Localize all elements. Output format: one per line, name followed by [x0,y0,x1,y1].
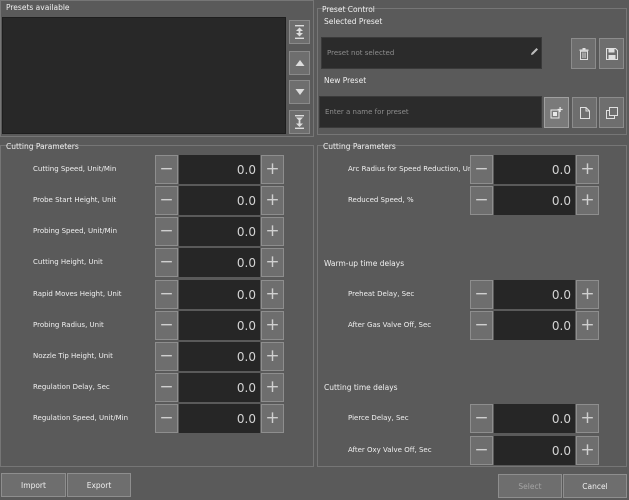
scroll-up-button[interactable] [289,51,310,75]
param-value[interactable]: 0.0 [179,280,260,309]
trash-icon [579,47,588,60]
new-preset-label: New Preset [324,76,367,85]
oxy-valve-off-decrement-button[interactable]: − [470,436,493,465]
right-params-title: Cutting Parameters [323,142,396,151]
presets-list[interactable] [2,17,286,134]
scroll-top-button[interactable] [289,20,310,44]
param-value[interactable]: 0.0 [179,217,260,246]
selected-preset-field: Preset not selected [321,37,542,69]
increment-button[interactable]: + [261,217,284,246]
arc-radius-label: Arc Radius for Speed Reduction, Unit [348,165,477,173]
decrement-button[interactable]: − [155,248,178,277]
pierce-delay-value[interactable]: 0.0 [494,404,575,433]
pencil-icon [531,48,538,55]
selected-preset-label: Selected Preset [324,17,383,26]
cutting-delays-title: Cutting time delays [324,383,398,392]
new-file-icon [579,106,590,119]
save-icon [605,47,618,60]
param-value[interactable]: 0.0 [179,373,260,402]
gas-valve-off-increment-button[interactable]: + [576,311,599,340]
import-button[interactable]: Import [1,473,66,497]
reduced-speed-increment-button[interactable]: + [576,186,599,215]
param-value[interactable]: 0.0 [179,404,260,433]
increment-button[interactable]: + [261,373,284,402]
preheat-delay-label: Preheat Delay, Sec [348,290,415,298]
scroll-bottom-icon [295,115,304,129]
copy-icon [605,106,618,119]
param-value[interactable]: 0.0 [179,342,260,371]
preset-control-title: Preset Control [322,5,375,14]
cancel-button[interactable]: Cancel [563,474,627,498]
delete-preset-button[interactable] [571,38,596,69]
increment-button[interactable]: + [261,342,284,371]
increment-button[interactable]: + [261,311,284,340]
select-button[interactable]: Select [498,474,562,498]
decrement-button[interactable]: − [155,186,178,215]
arc-radius-increment-button[interactable]: + [576,155,599,184]
new-preset-placeholder: Enter a name for preset [325,108,409,116]
pierce-delay-label: Pierce Delay, Sec [348,414,409,422]
oxy-valve-off-label: After Oxy Valve Off, Sec [348,446,432,454]
decrement-button[interactable]: − [155,155,178,184]
decrement-button[interactable]: − [155,342,178,371]
gas-valve-off-value[interactable]: 0.0 [494,311,575,340]
param-label: Cutting Height, Unit [33,258,103,266]
scroll-down-icon [295,89,304,95]
new-preset-button[interactable] [572,97,597,128]
scroll-top-icon [295,25,304,39]
gas-valve-off-decrement-button[interactable]: − [470,311,493,340]
scroll-down-button[interactable] [289,80,310,104]
presets-title: Presets available [6,3,70,12]
increment-button[interactable]: + [261,280,284,309]
gas-valve-off-label: After Gas Valve Off, Sec [348,321,432,329]
param-label: Regulation Speed, Unit/Min [33,414,129,422]
param-value[interactable]: 0.0 [179,155,260,184]
decrement-button[interactable]: − [155,280,178,309]
save-preset-button[interactable] [599,38,624,69]
scroll-bottom-button[interactable] [289,110,310,134]
reduced-speed-decrement-button[interactable]: − [470,186,493,215]
increment-button[interactable]: + [261,186,284,215]
decrement-button[interactable]: − [155,217,178,246]
edit-preset-button[interactable] [530,47,541,58]
preheat-delay-value[interactable]: 0.0 [494,280,575,309]
arc-radius-decrement-button[interactable]: − [470,155,493,184]
param-label: Nozzle Tip Height, Unit [33,352,113,360]
param-value[interactable]: 0.0 [179,186,260,215]
param-label: Rapid Moves Height, Unit [33,290,122,298]
param-value[interactable]: 0.0 [179,311,260,340]
selected-preset-value: Preset not selected [327,49,395,57]
param-label: Probing Radius, Unit [33,321,104,329]
decrement-button[interactable]: − [155,311,178,340]
decrement-button[interactable]: − [155,373,178,402]
pierce-delay-decrement-button[interactable]: − [470,404,493,433]
pierce-delay-increment-button[interactable]: + [576,404,599,433]
increment-button[interactable]: + [261,404,284,433]
reduced-speed-value[interactable]: 0.0 [494,186,575,215]
warmup-title: Warm-up time delays [324,259,405,268]
scroll-up-icon [295,60,304,66]
preheat-delay-decrement-button[interactable]: − [470,280,493,309]
preheat-delay-increment-button[interactable]: + [576,280,599,309]
new-preset-input[interactable]: Enter a name for preset [319,96,542,128]
oxy-valve-off-increment-button[interactable]: + [576,436,599,465]
increment-button[interactable]: + [261,248,284,277]
add-preset-icon [550,106,563,118]
oxy-valve-off-value[interactable]: 0.0 [494,436,575,465]
left-params-title: Cutting Parameters [6,142,79,151]
reduced-speed-label: Reduced Speed, % [348,196,414,204]
increment-button[interactable]: + [261,155,284,184]
param-label: Probe Start Height, Unit [33,196,117,204]
decrement-button[interactable]: − [155,404,178,433]
copy-preset-button[interactable] [599,97,624,128]
param-label: Cutting Speed, Unit/Min [33,165,117,173]
arc-radius-value[interactable]: 0.0 [494,155,575,184]
add-preset-button[interactable] [544,97,569,128]
param-label: Regulation Delay, Sec [33,383,110,391]
param-label: Probing Speed, Unit/Min [33,227,118,235]
export-button[interactable]: Export [67,473,131,497]
param-value[interactable]: 0.0 [179,248,260,277]
